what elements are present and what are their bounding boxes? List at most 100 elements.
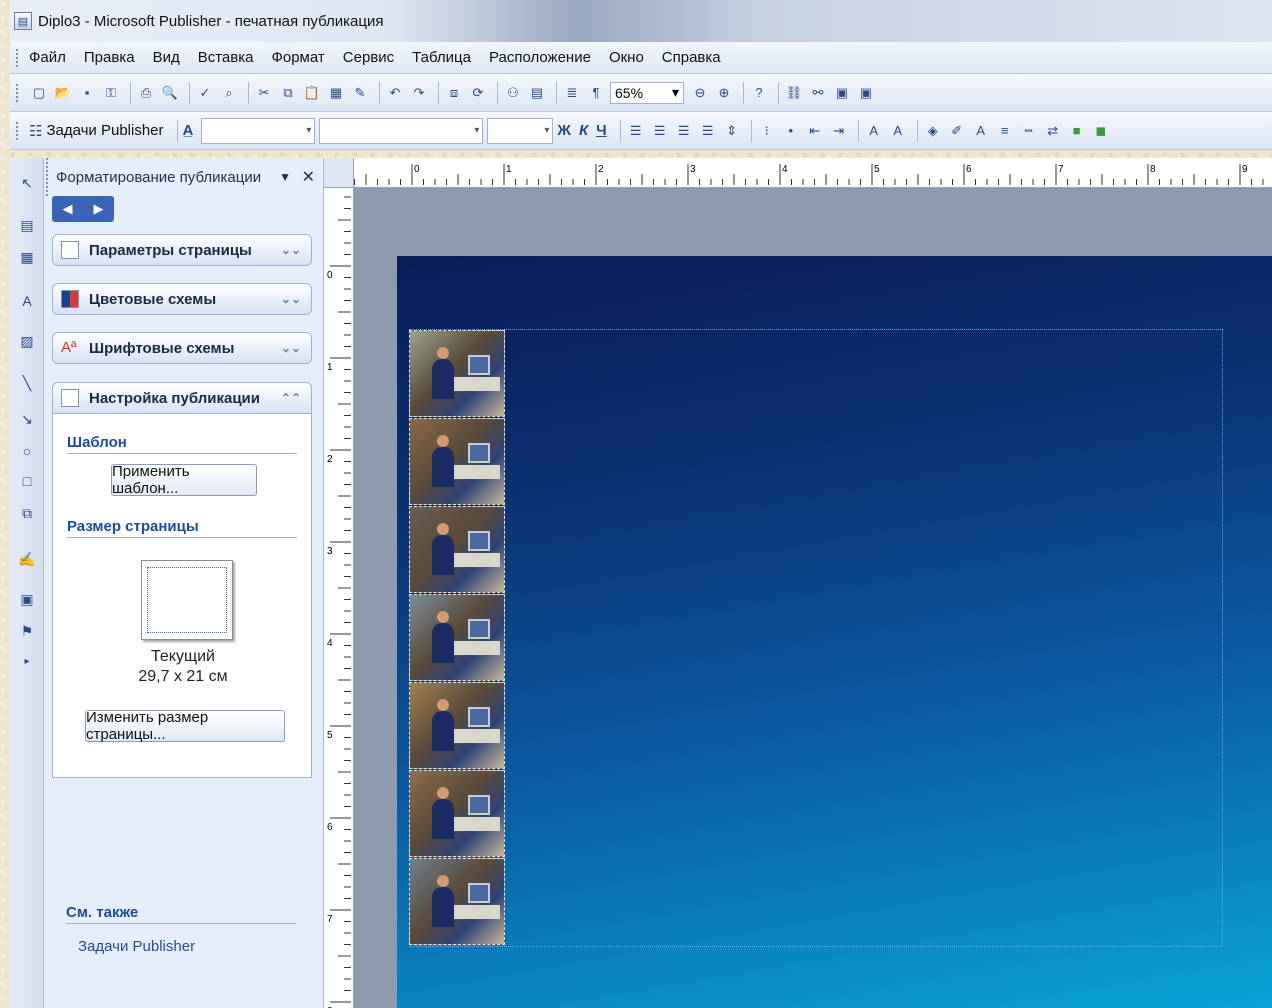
section-font-schemes[interactable]: Aª Шрифтовые схемы ⌄⌄ <box>52 332 312 364</box>
special-characters-icon[interactable]: ⚇ <box>503 83 523 103</box>
cut-icon[interactable]: ✂ <box>254 83 274 103</box>
redo-icon[interactable]: ↷ <box>409 83 429 103</box>
photo-frame[interactable] <box>409 594 505 681</box>
bring-forward-icon[interactable]: ⧈ <box>444 83 464 103</box>
styles-icon[interactable]: A̲ <box>183 122 194 139</box>
paste-icon[interactable]: 📋 <box>302 83 322 103</box>
zoom-select[interactable]: 65% ▾ <box>610 81 684 104</box>
toolbar-grip[interactable] <box>16 121 19 140</box>
menu-window[interactable]: Окно <box>609 49 644 66</box>
new-icon[interactable]: ▢ <box>29 83 49 103</box>
menu-edit[interactable]: Правка <box>84 49 135 66</box>
paste-special-icon[interactable]: ▦ <box>326 83 346 103</box>
line-style-icon[interactable]: ≡ <box>995 121 1015 141</box>
publication-page[interactable] <box>397 256 1272 1008</box>
menu-tools[interactable]: Сервис <box>343 49 394 66</box>
increase-font-icon[interactable]: A <box>888 121 908 141</box>
picture-frame-icon[interactable]: ▨ <box>16 330 38 352</box>
decrease-indent-icon[interactable]: ⇤ <box>805 121 825 141</box>
toolbar-grip[interactable] <box>16 83 19 102</box>
menu-format[interactable]: Формат <box>271 49 324 66</box>
change-page-size-button[interactable]: Изменить размер страницы... <box>85 709 285 743</box>
select-objects-icon[interactable]: ↖ <box>16 172 38 194</box>
menu-file[interactable]: Файл <box>29 49 66 66</box>
horizontal-ruler[interactable]: 01234567891011 <box>354 158 1272 188</box>
zoom-out-icon[interactable]: ⊖ <box>690 83 710 103</box>
close-icon[interactable]: ✕ <box>302 167 315 187</box>
line-tool-icon[interactable]: ╲ <box>16 372 38 394</box>
autoshapes-icon[interactable]: ⧉ <box>16 502 38 524</box>
toolbar-grip[interactable] <box>16 48 19 67</box>
rectangle-tool-icon[interactable]: □ <box>16 470 38 492</box>
menu-arrange[interactable]: Расположение <box>489 49 591 66</box>
rotate-icon[interactable]: ⟳ <box>468 83 488 103</box>
section-page-options[interactable]: Параметры страницы ⌄⌄ <box>52 234 312 266</box>
print-preview-icon[interactable]: 🔍 <box>160 83 180 103</box>
oval-tool-icon[interactable]: ○ <box>16 440 38 462</box>
help-icon[interactable]: ? <box>749 83 769 103</box>
unlink-icon[interactable]: ⚯ <box>808 83 828 103</box>
menu-insert[interactable]: Вставка <box>198 49 254 66</box>
pilcrow-icon[interactable]: ¶ <box>586 83 606 103</box>
dash-style-icon[interactable]: ┅ <box>1019 121 1039 141</box>
increase-indent-icon[interactable]: ⇥ <box>829 121 849 141</box>
catalog-merge-icon[interactable]: ▣ <box>16 588 38 610</box>
shadow-style-icon[interactable]: ■ <box>1067 121 1087 141</box>
apply-template-button[interactable]: Применить шаблон... <box>111 463 257 497</box>
tasks-pane-icon[interactable]: ▤ <box>527 83 547 103</box>
fill-color-icon[interactable]: ◈ <box>923 121 943 141</box>
link-icon[interactable]: ⛓ <box>784 83 804 103</box>
align-center-icon[interactable]: ☰ <box>650 121 670 141</box>
italic-button[interactable]: К <box>579 122 588 139</box>
photo-frame[interactable] <box>409 858 505 945</box>
menu-help[interactable]: Справка <box>662 49 721 66</box>
undo-icon[interactable]: ↶ <box>385 83 405 103</box>
open-icon[interactable]: 📂 <box>53 83 73 103</box>
print-icon[interactable]: ⎙ <box>136 83 156 103</box>
back-icon[interactable]: ◀ <box>63 201 73 217</box>
style-select[interactable]: ▾ <box>201 117 316 144</box>
toolbar-options-icon[interactable]: ▸ <box>16 650 38 672</box>
publisher-tasks-link[interactable]: Задачи Publisher <box>78 938 195 955</box>
photo-frame[interactable] <box>409 330 505 417</box>
text-box-tool-icon[interactable]: ▤ <box>16 214 38 236</box>
line-color-icon[interactable]: ✐ <box>947 121 967 141</box>
font-size-select[interactable]: ▾ <box>487 117 554 144</box>
zoom-in-icon[interactable]: ⊕ <box>714 83 734 103</box>
menu-view[interactable]: Вид <box>153 49 180 66</box>
columns-icon[interactable]: ≣ <box>562 83 582 103</box>
vertical-ruler[interactable]: 012345678 <box>324 188 354 1008</box>
decrease-font-icon[interactable]: A <box>864 121 884 141</box>
numbering-icon[interactable]: ⁝ <box>757 121 777 141</box>
photo-frame[interactable] <box>409 682 505 769</box>
line-spacing-icon[interactable]: ⇕ <box>722 121 742 141</box>
permission-icon[interactable]: ⚿ <box>101 83 121 103</box>
photo-frame[interactable] <box>409 506 505 593</box>
publisher-app-icon[interactable]: ▤ <box>14 12 32 30</box>
bullets-icon[interactable]: • <box>781 121 801 141</box>
copy-icon[interactable]: ⧉ <box>278 83 298 103</box>
photo-frame[interactable] <box>409 418 505 505</box>
text-box-icon[interactable]: ▣ <box>832 83 852 103</box>
bold-button[interactable]: Ж <box>557 122 571 139</box>
align-left-icon[interactable]: ☰ <box>626 121 646 141</box>
forward-icon[interactable]: ▶ <box>94 201 104 217</box>
ruler-corner[interactable] <box>324 158 354 188</box>
wordart-icon[interactable]: A <box>16 290 38 312</box>
font-color-icon[interactable]: A <box>971 121 991 141</box>
section-publication-setup[interactable]: Настройка публикации ⌃⌃ <box>52 382 312 414</box>
font-select[interactable]: ▾ <box>319 117 484 144</box>
menu-table[interactable]: Таблица <box>412 49 471 66</box>
design-gallery-icon[interactable]: ✍ <box>16 548 38 570</box>
publisher-tasks-button[interactable]: ☷ Задачи Publisher <box>29 122 164 140</box>
spelling-icon[interactable]: ✓ <box>195 83 215 103</box>
arrow-tool-icon[interactable]: ↘ <box>16 408 38 430</box>
align-right-icon[interactable]: ☰ <box>674 121 694 141</box>
insert-table-icon[interactable]: ▦ <box>16 246 38 268</box>
justify-icon[interactable]: ☰ <box>698 121 718 141</box>
3d-style-icon[interactable]: ◼ <box>1091 121 1111 141</box>
page-size-thumbnail[interactable] <box>141 560 233 640</box>
arrow-style-icon[interactable]: ⇄ <box>1043 121 1063 141</box>
underline-button[interactable]: Ч <box>596 122 607 139</box>
save-icon[interactable]: ▪ <box>77 83 97 103</box>
